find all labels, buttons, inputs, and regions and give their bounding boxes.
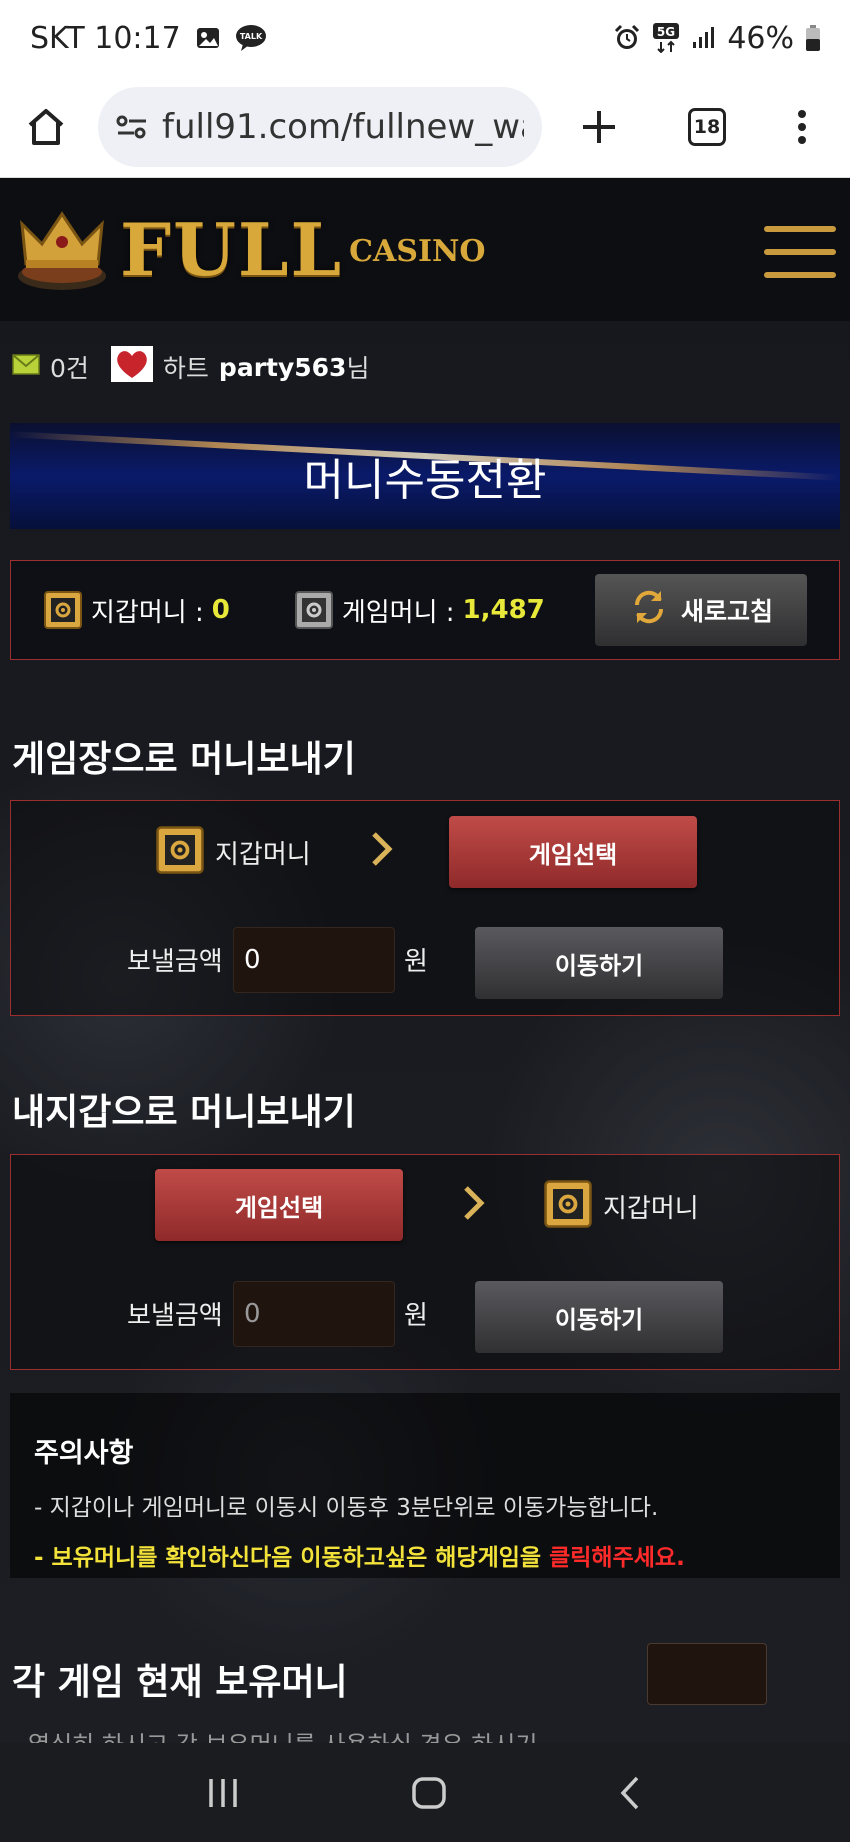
notice-line-2-highlight: 클릭해주세요. — [549, 1545, 685, 1571]
battery-icon — [806, 25, 820, 51]
to-game-unit: 원 — [404, 947, 428, 977]
notice-title: 주의사항 — [34, 1438, 134, 1469]
to-wallet-unit: 원 — [404, 1301, 428, 1331]
to-wallet-move-button[interactable]: 이동하기 — [475, 1281, 723, 1353]
crown-icon — [12, 198, 112, 302]
wallet-balance-label: 지갑머니 : — [91, 597, 204, 628]
to-wallet-title: 내지갑으로 머니보내기 — [12, 1092, 356, 1133]
alarm-icon — [613, 24, 641, 52]
svg-text:TALK: TALK — [240, 32, 263, 41]
tab-switcher-button[interactable]: 18 — [688, 107, 726, 146]
game-balance: 게임머니 : 1,487 — [294, 590, 545, 630]
wallet-safe-icon — [155, 825, 205, 879]
logo-full-text: FULL — [120, 207, 344, 292]
balance-box: 지갑머니 : 0 게임머니 : 1,487 새로고침 — [10, 560, 840, 660]
signal-icon — [691, 26, 715, 50]
page-title: 머니수동전환 — [303, 455, 547, 506]
message-count[interactable]: 0건 — [50, 349, 89, 385]
logo-casino-text: CASINO — [349, 234, 486, 269]
home-button-icon[interactable] — [411, 1775, 447, 1811]
talk-icon: TALK — [235, 24, 267, 52]
to-wallet-dest-label: 지갑머니 — [603, 1193, 699, 1224]
wallet-balance: 지갑머니 : 0 — [43, 590, 230, 630]
to-game-box: 지갑머니 게임선택 보낼금액 원 이동하기 — [10, 800, 840, 1016]
site-settings-icon[interactable] — [116, 113, 148, 141]
game-select-button[interactable]: 게임선택 — [449, 816, 697, 888]
url-text: full91.com/fullnew_wa — [162, 106, 524, 147]
to-game-amount-input[interactable] — [233, 927, 395, 993]
game-balance-label: 게임머니 : — [341, 597, 455, 628]
notice-box: 주의사항 - 지갑이나 게임머니로 이동시 이동후 3분단위로 이동가능합니다.… — [10, 1393, 840, 1578]
to-game-source-label: 지갑머니 — [215, 839, 311, 870]
gallery-icon — [195, 25, 221, 51]
to-game-title: 게임장으로 머니보내기 — [12, 739, 356, 780]
system-nav-bar — [0, 1743, 850, 1842]
to-game-move-button[interactable]: 이동하기 — [475, 927, 723, 999]
user-level: 하트 — [162, 354, 209, 383]
to-game-source: 지갑머니 — [155, 825, 311, 879]
notice-line-2: - 보유머니를 확인하신다음 이동하고싶은 해당게임을 클릭해주세요. — [34, 1538, 816, 1572]
new-tab-icon[interactable] — [580, 108, 618, 146]
to-game-amount-label: 보낼금액 — [127, 947, 223, 977]
wallet-safe-icon — [43, 590, 83, 630]
browser-toolbar: full91.com/fullnew_wa 18 — [0, 76, 850, 178]
hamburger-menu-icon[interactable] — [764, 226, 836, 278]
refresh-label: 새로고침 — [680, 597, 773, 626]
refresh-icon — [629, 587, 669, 633]
notice-line-1: - 지갑이나 게임머니로 이동시 이동후 3분단위로 이동가능합니다. — [34, 1495, 659, 1521]
carrier-time: SKT 10:17 — [30, 20, 181, 56]
status-bar: SKT 10:17 TALK 5G 46% — [0, 0, 850, 76]
notice-line-2-text: - 보유머니를 확인하신다음 이동하고싶은 해당게임을 — [34, 1545, 550, 1571]
username: party563 — [218, 352, 347, 382]
back-icon[interactable] — [617, 1774, 645, 1812]
site-header: FULL CASINO — [0, 178, 850, 321]
to-wallet-box: 게임선택 지갑머니 보낼금액 원 이동하기 — [10, 1154, 840, 1370]
network-5g-icon: 5G — [653, 23, 680, 53]
game-safe-icon — [294, 590, 334, 630]
tab-count: 18 — [688, 107, 726, 146]
address-bar[interactable]: full91.com/fullnew_wa — [98, 86, 542, 167]
chevron-right-icon — [461, 1183, 487, 1223]
recent-apps-icon[interactable] — [205, 1776, 241, 1810]
holdings-title: 각 게임 현재 보유머니 — [12, 1662, 348, 1703]
username-suffix: 님 — [346, 354, 370, 383]
game-select-button-2[interactable]: 게임선택 — [155, 1169, 403, 1241]
user-info-row: 0건 하트 party563 님 — [12, 346, 369, 388]
game-balance-value: 1,487 — [462, 595, 545, 625]
holdings-description: 열심히 하시고 각 보유머니를 사용하실 경우 하시기 — [28, 1725, 537, 1743]
message-envelope-icon[interactable] — [12, 352, 40, 382]
page-title-banner: 머니수동전환 — [10, 423, 840, 529]
chevron-right-icon — [369, 829, 395, 869]
site-logo[interactable]: FULL CASINO — [12, 198, 486, 302]
to-wallet-amount-label: 보낼금액 — [127, 1301, 223, 1331]
svg-text:5G: 5G — [657, 25, 675, 39]
more-menu-icon[interactable] — [796, 108, 808, 146]
holdings-button[interactable] — [647, 1643, 767, 1705]
home-icon[interactable] — [24, 105, 68, 149]
battery-percent: 46% — [727, 20, 794, 56]
web-page: FULL CASINO 0건 하트 party563 님 머니수동전환 지갑머니… — [0, 178, 850, 1743]
to-wallet-amount-input[interactable] — [233, 1281, 395, 1347]
wallet-safe-icon — [543, 1179, 593, 1233]
wallet-balance-value: 0 — [211, 595, 230, 625]
to-wallet-dest: 지갑머니 — [543, 1179, 699, 1233]
level-heart-icon — [110, 346, 153, 388]
refresh-button[interactable]: 새로고침 — [595, 574, 807, 646]
